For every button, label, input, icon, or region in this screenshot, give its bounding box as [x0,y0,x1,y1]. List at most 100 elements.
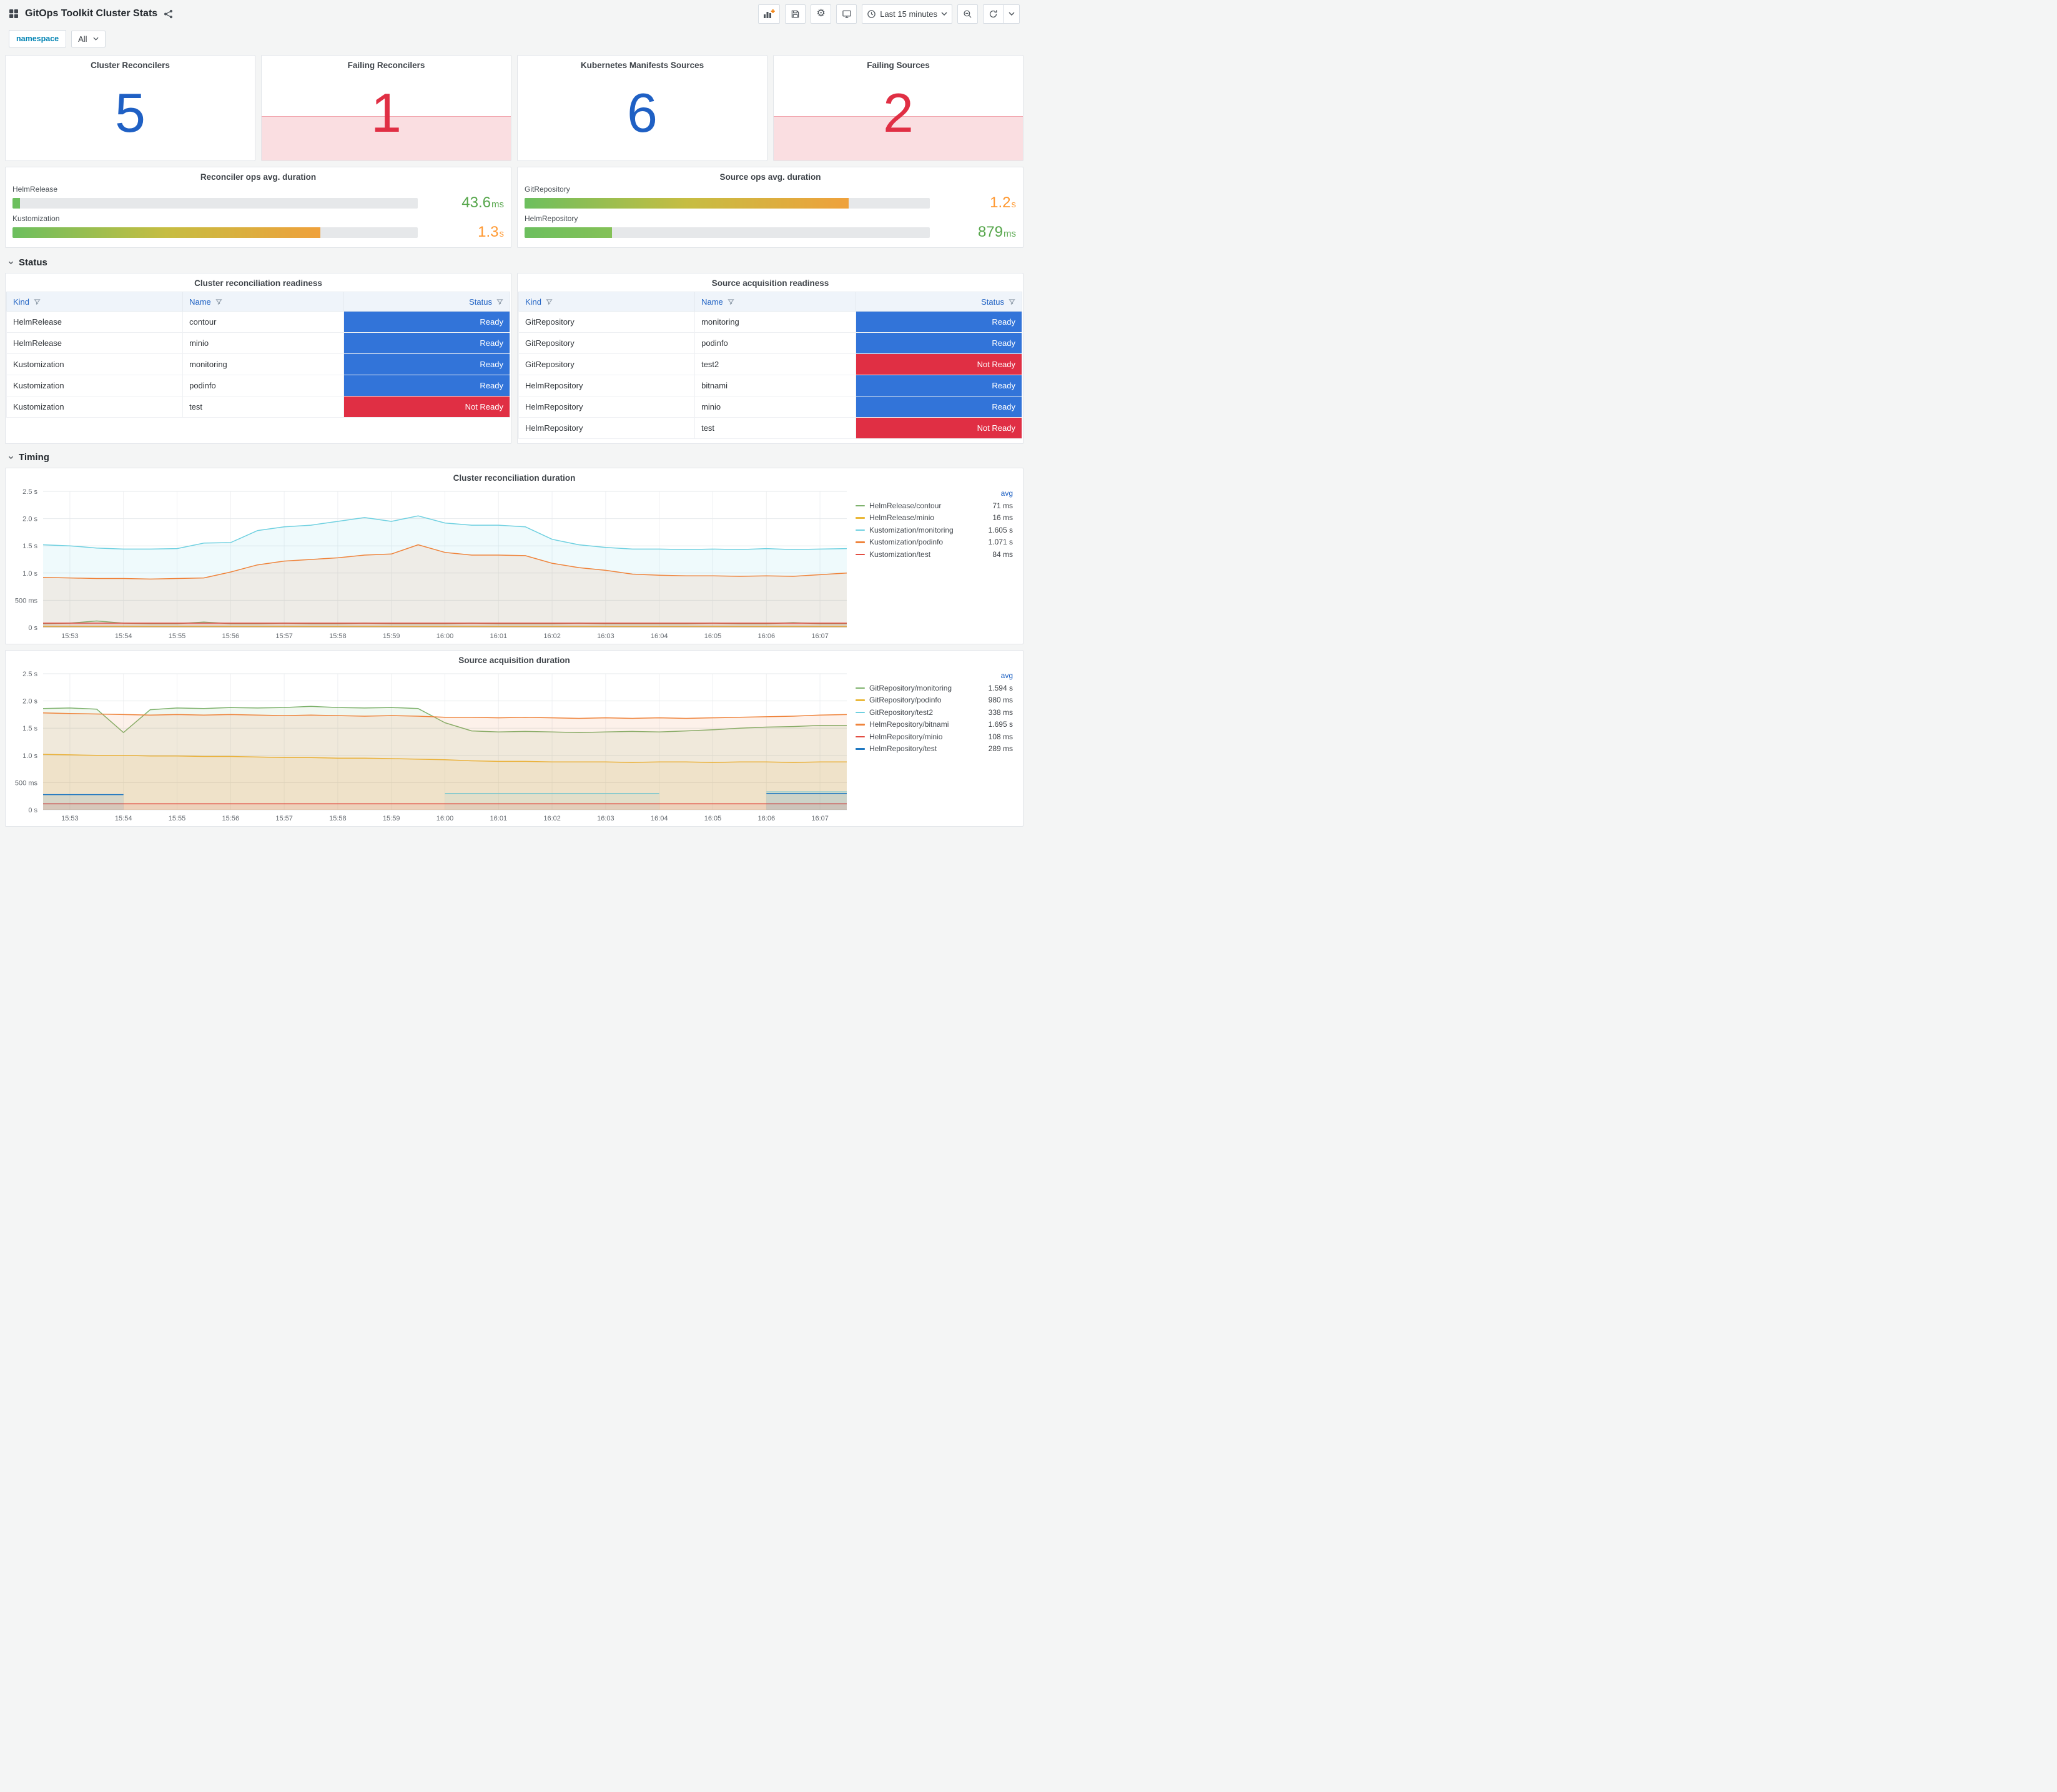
series-avg-value: 289 ms [988,744,1013,754]
panel-title[interactable]: Source acquisition readiness [518,273,1023,290]
bar-gauge-fill [12,227,321,238]
legend-item[interactable]: GitRepository/test2 338 ms [856,706,1013,719]
series-color-icon [856,711,865,713]
column-header-status[interactable]: Status [856,292,1022,312]
column-header-name[interactable]: Name [694,292,856,312]
svg-text:16:06: 16:06 [758,633,776,640]
legend-item[interactable]: GitRepository/monitoring 1.594 s [856,682,1013,694]
panel-title[interactable]: Kubernetes Manifests Sources [518,56,767,72]
series-color-icon [856,517,865,519]
bar-gauge-value: 1.2s [990,194,1016,211]
status-table: Kind Name Status GitRepository monitoring… [518,292,1022,439]
table-row: HelmRelease minio Ready [6,332,510,354]
svg-text:16:01: 16:01 [490,633,508,640]
filter-icon[interactable] [546,298,553,305]
filter-icon[interactable] [215,298,222,305]
refresh-interval-dropdown[interactable] [1004,4,1020,24]
panel-title[interactable]: Cluster Reconcilers [6,56,255,72]
share-icon[interactable] [164,9,173,19]
variable-namespace-select[interactable]: All [71,30,106,47]
status-badge: Ready [344,312,510,332]
status-cell: Ready [343,353,510,375]
legend-item[interactable]: Kustomization/monitoring 1.605 s [856,524,1013,536]
filter-icon[interactable] [728,298,734,305]
panel-title[interactable]: Cluster reconciliation readiness [6,273,511,290]
panel-title[interactable]: Reconciler ops avg. duration [6,167,511,184]
time-range-picker[interactable]: Last 15 minutes [862,4,952,24]
svg-text:0 s: 0 s [28,807,37,814]
series-name: HelmRelease/contour [869,501,942,510]
tables-row: Cluster reconciliation readiness Kind Na… [5,273,1024,444]
panel-reconciler-ops-duration: Reconciler ops avg. duration HelmRelease… [5,167,511,248]
svg-text:2.5 s: 2.5 s [22,671,37,678]
svg-text:16:05: 16:05 [704,633,722,640]
legend-avg-header[interactable]: avg [856,671,1013,680]
name-cell: monitoring [694,311,856,333]
table-row: HelmRepository bitnami Ready [518,375,1022,396]
svg-text:15:58: 15:58 [329,815,347,822]
bar-gauge-fill [525,197,849,209]
panel-failing-sources: Failing Sources 2 [773,55,1024,161]
series-name: GitRepository/test2 [869,707,934,717]
dashboard-grid-icon[interactable] [9,9,19,19]
filter-icon[interactable] [496,298,503,305]
legend-item[interactable]: HelmRepository/bitnami 1.695 s [856,719,1013,731]
bar-gauge-fill [525,227,612,238]
stat-value: 5 [115,81,146,144]
series-avg-value: 1.695 s [988,720,1013,729]
column-header-kind[interactable]: Kind [6,292,184,312]
table-header-row: Kind Name Status [518,292,1022,312]
panel-title[interactable]: Source acquisition duration [6,651,1023,667]
bar-gauge-value: 879ms [977,224,1016,240]
timeseries-plot[interactable]: 15:53 15:54 15:55 15:56 15:57 15:58 15:59 16:00… [8,485,853,642]
legend-avg-header[interactable]: avg [856,489,1013,498]
series-name: HelmRepository/bitnami [869,720,949,729]
cycle-view-mode-button[interactable] [836,4,857,24]
series-name: HelmRepository/minio [869,732,943,741]
save-dashboard-button[interactable] [785,4,806,24]
panel-title[interactable]: Failing Reconcilers [262,56,511,72]
legend-item[interactable]: HelmRepository/minio 108 ms [856,731,1013,743]
chevron-down-icon [8,261,14,265]
name-cell: contour [182,311,344,333]
section-row-status[interactable]: Status [5,252,1024,273]
name-cell: test [182,396,344,418]
series-avg-value: 108 ms [988,732,1013,741]
zoom-out-time-button[interactable] [957,4,978,24]
refresh-icon [989,9,997,17]
stat-value: 6 [627,81,658,144]
chart-legend: avg GitRepository/monitoring 1.594 s GitRe… [853,667,1020,825]
status-cell: Ready [856,311,1022,333]
section-row-timing[interactable]: Timing [5,446,1024,468]
legend-item[interactable]: Kustomization/podinfo 1.071 s [856,536,1013,549]
column-header-name[interactable]: Name [182,292,344,312]
dashboard-settings-button[interactable]: ⚙ [811,4,832,24]
variable-namespace-value: All [78,34,87,44]
kind-cell: HelmRelease [6,332,184,354]
filter-icon[interactable] [34,298,41,305]
legend-item[interactable]: GitRepository/podinfo 980 ms [856,694,1013,707]
status-cell: Not Ready [856,417,1022,439]
add-panel-button[interactable] [758,4,781,24]
legend-item[interactable]: HelmRelease/minio 16 ms [856,512,1013,524]
column-header-kind[interactable]: Kind [518,292,696,312]
panel-title[interactable]: Failing Sources [774,56,1023,72]
panel-title[interactable]: Cluster reconciliation duration [6,468,1023,485]
legend-item[interactable]: HelmRelease/contour 71 ms [856,500,1013,512]
refresh-button[interactable] [983,4,1004,24]
legend-item[interactable]: Kustomization/test 84 ms [856,548,1013,561]
series-color-icon [856,736,865,737]
clock-icon [867,9,876,18]
dashboard-page: GitOps Toolkit Cluster Stats ⚙ Last 15 m… [0,0,1028,839]
series-avg-value: 1.594 s [988,683,1013,692]
section-title: Timing [19,452,49,463]
panel-source-acquisition-readiness: Source acquisition readiness Kind Name S… [517,273,1024,444]
table-row: HelmRepository test Not Ready [518,417,1022,439]
legend-item[interactable]: HelmRepository/test 289 ms [856,743,1013,756]
svg-text:15:57: 15:57 [275,815,293,822]
panel-title[interactable]: Source ops avg. duration [518,167,1023,184]
filter-icon[interactable] [1009,298,1015,305]
timeseries-plot[interactable]: 15:53 15:54 15:55 15:56 15:57 15:58 15:59 16:00… [8,667,853,825]
column-header-status[interactable]: Status [343,292,510,312]
series-color-icon [856,699,865,701]
